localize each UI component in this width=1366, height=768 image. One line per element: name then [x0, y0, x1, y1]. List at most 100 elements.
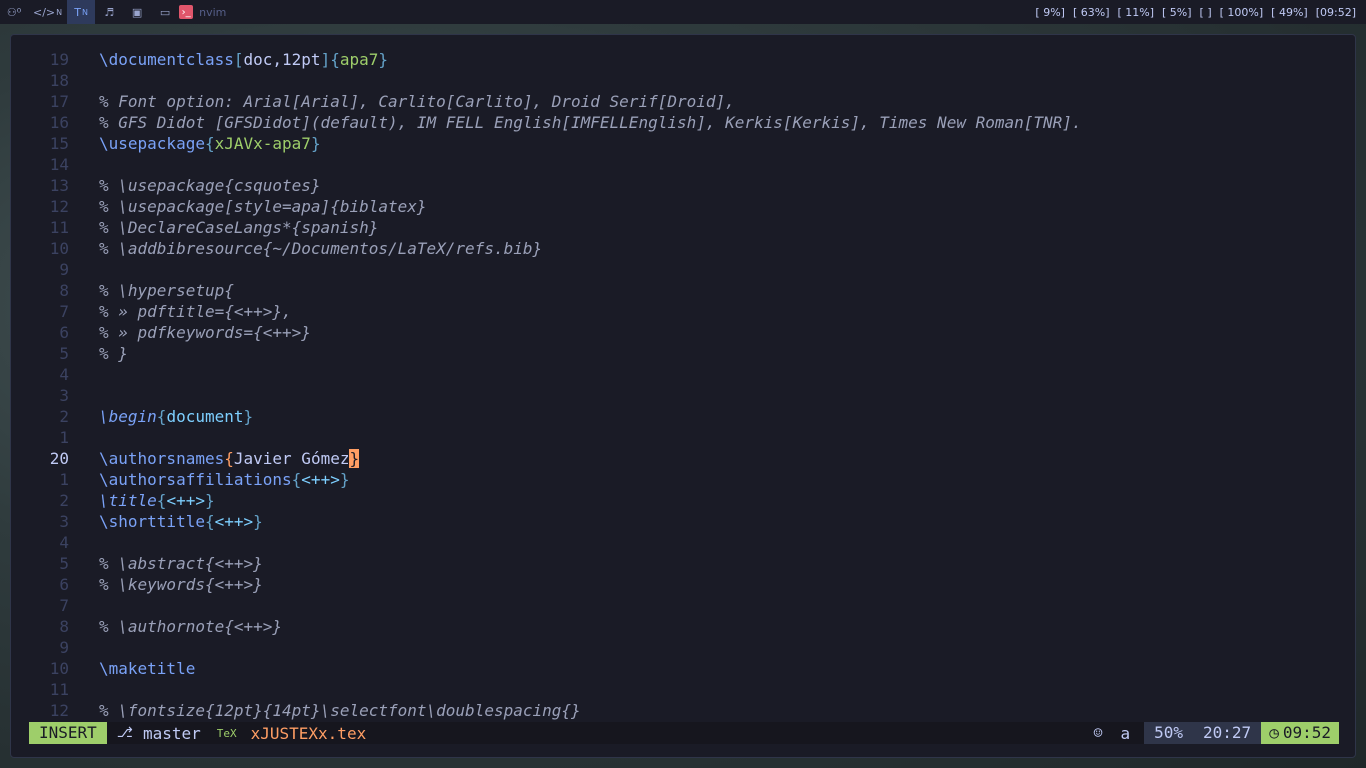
window-title: nvim: [199, 5, 227, 19]
file-name: xJUSTEXx.tex: [250, 723, 367, 743]
status-right: ☺ a 50% 20:27 ◷ 09:52: [1093, 722, 1339, 744]
code-line[interactable]: 1 \authorsaffiliations{<++>}: [11, 469, 1355, 490]
microphone-stat[interactable]: [ ]: [1200, 6, 1212, 19]
code-line[interactable]: 17 % Font option: Arial[Arial], Carlito[C…: [11, 91, 1355, 112]
code-line[interactable]: 14: [11, 154, 1355, 175]
code-line[interactable]: 1: [11, 427, 1355, 448]
line-number: 6: [59, 323, 69, 342]
comment: % GFS Didot [GFSDidot](default), IM FELL…: [99, 113, 1082, 132]
copilot-icon: ☺: [1093, 724, 1103, 742]
volume-stat[interactable]: [ 100%]: [1220, 6, 1264, 19]
code-line[interactable]: 6 % » pdfkeywords={<++>}: [11, 322, 1355, 343]
latex-argument: Javier Gómez: [233, 449, 350, 468]
placeholder: <++>: [214, 512, 254, 531]
clock-stat: [09:52]: [1315, 5, 1356, 19]
code-line[interactable]: 2 \title{<++>}: [11, 490, 1355, 511]
line-number: 5: [59, 554, 69, 573]
comment: % \DeclareCaseLangs*{spanish}: [99, 218, 379, 237]
latex-command: \maketitle: [99, 659, 196, 678]
code-line[interactable]: 19 \documentclass[doc,12pt]{apa7}: [11, 49, 1355, 70]
git-branch: ⎇ master: [107, 724, 211, 743]
code-line[interactable]: 16 % GFS Didot [GFSDidot](default), IM FE…: [11, 112, 1355, 133]
disk-stat: [ 11%]: [1117, 5, 1155, 19]
line-number: 2: [59, 491, 69, 510]
comment: % Font option: Arial[Arial], Carlito[Car…: [99, 92, 735, 111]
line-number: 13: [49, 176, 69, 195]
line-number: 8: [59, 617, 69, 636]
battery-stat: [ 49%]: [1271, 5, 1308, 19]
latex-command: \title: [99, 491, 157, 510]
statusline-clock: ◷ 09:52: [1261, 722, 1339, 744]
statusline-time: 09:52: [1282, 723, 1331, 742]
text-cursor: }: [349, 449, 360, 468]
line-number: 11: [49, 218, 69, 237]
line-number: 16: [49, 113, 69, 132]
code-line[interactable]: 2 \begin{document}: [11, 406, 1355, 427]
code-line[interactable]: 6 % \keywords{<++>}: [11, 574, 1355, 595]
code-line[interactable]: 7 % » pdftitle={<++>},: [11, 301, 1355, 322]
workspace-2[interactable]: </> N: [28, 0, 67, 24]
code-line[interactable]: 3 \shorttitle{<++>}: [11, 511, 1355, 532]
cpu-stat: [ 9%]: [1035, 5, 1065, 19]
code-line[interactable]: 12 % \fontsize{12pt}{14pt}\selectfont\dou…: [11, 700, 1355, 721]
latex-command: \usepackage: [99, 134, 205, 153]
code-line[interactable]: 8 % \hypersetup{: [11, 280, 1355, 301]
code-line[interactable]: 11 % \DeclareCaseLangs*{spanish}: [11, 217, 1355, 238]
workspace-1-label: ⚇⁰: [6, 5, 22, 19]
workspace-6-label: ▭: [159, 5, 171, 19]
editor-buffer[interactable]: 19 \documentclass[doc,12pt]{apa7} 18 17% …: [11, 49, 1355, 721]
latex-argument: apa7: [339, 50, 379, 69]
workspace-3[interactable]: TN: [67, 0, 96, 24]
latex-command: \authorsnames: [99, 449, 225, 468]
workspace-6[interactable]: ▭: [151, 0, 179, 24]
mode-indicator: INSERT: [29, 722, 107, 744]
code-line[interactable]: 7: [11, 595, 1355, 616]
code-line[interactable]: 8 % \authornote{<++>}: [11, 616, 1355, 637]
line-number: 4: [59, 365, 69, 384]
latex-command: \shorttitle: [99, 512, 205, 531]
workspace-5[interactable]: ▣: [123, 0, 151, 24]
code-line[interactable]: 13 % \usepackage{csquotes}: [11, 175, 1355, 196]
current-code-line[interactable]: 20 \authorsnames{Javier Gómez}: [11, 448, 1355, 469]
cursor-position: 20:27: [1193, 722, 1262, 744]
terminal-icon: ›_: [179, 5, 194, 19]
workspace-3-sup: N: [82, 7, 88, 17]
workspace-1[interactable]: ⚇⁰: [0, 0, 28, 24]
branch-name: master: [142, 723, 201, 743]
workspace-3-label: T: [74, 5, 81, 19]
code-line[interactable]: 18: [11, 70, 1355, 91]
line-number: 14: [49, 155, 69, 174]
latex-command: \documentclass: [99, 50, 234, 69]
temperature-stat: [ 5%]: [1162, 5, 1192, 19]
line-number: 15: [49, 134, 69, 153]
line-number: 9: [59, 638, 69, 657]
terminal-window[interactable]: 19 \documentclass[doc,12pt]{apa7} 18 17% …: [10, 34, 1356, 758]
comment: % \addbibresource{~/Documentos/LaTeX/ref…: [99, 239, 543, 258]
git-branch-icon: ⎇: [116, 725, 133, 741]
workspace-4[interactable]: ♬: [95, 0, 123, 24]
code-line[interactable]: 4: [11, 532, 1355, 553]
line-number: 17: [49, 92, 69, 111]
code-line[interactable]: 5 % }: [11, 343, 1355, 364]
line-number: 11: [49, 680, 69, 699]
current-line-number: 20: [49, 449, 69, 468]
code-line[interactable]: 9: [11, 637, 1355, 658]
code-line[interactable]: 10 \maketitle: [11, 658, 1355, 679]
line-number: 5: [59, 344, 69, 363]
line-number: 7: [59, 596, 69, 615]
encoding-flag: a: [1120, 723, 1131, 743]
code-line[interactable]: 12 % \usepackage[style=apa]{biblatex}: [11, 196, 1355, 217]
line-number: 2: [59, 407, 69, 426]
code-line[interactable]: 3: [11, 385, 1355, 406]
code-line[interactable]: 9: [11, 259, 1355, 280]
comment: % \keywords{<++>}: [99, 575, 263, 594]
latex-command: \begin: [99, 407, 157, 426]
code-line[interactable]: 5 % \abstract{<++>}: [11, 553, 1355, 574]
workspace-2-label: </>: [33, 5, 56, 19]
workspace-list: ⚇⁰ </> N TN ♬ ▣ ▭ ›_ nvim: [0, 0, 226, 24]
code-line[interactable]: 4: [11, 364, 1355, 385]
code-line[interactable]: 10 % \addbibresource{~/Documentos/LaTeX/r…: [11, 238, 1355, 259]
placeholder: <++>: [166, 491, 205, 510]
code-line[interactable]: 15 \usepackage{xJAVx-apa7}: [11, 133, 1355, 154]
code-line[interactable]: 11: [11, 679, 1355, 700]
